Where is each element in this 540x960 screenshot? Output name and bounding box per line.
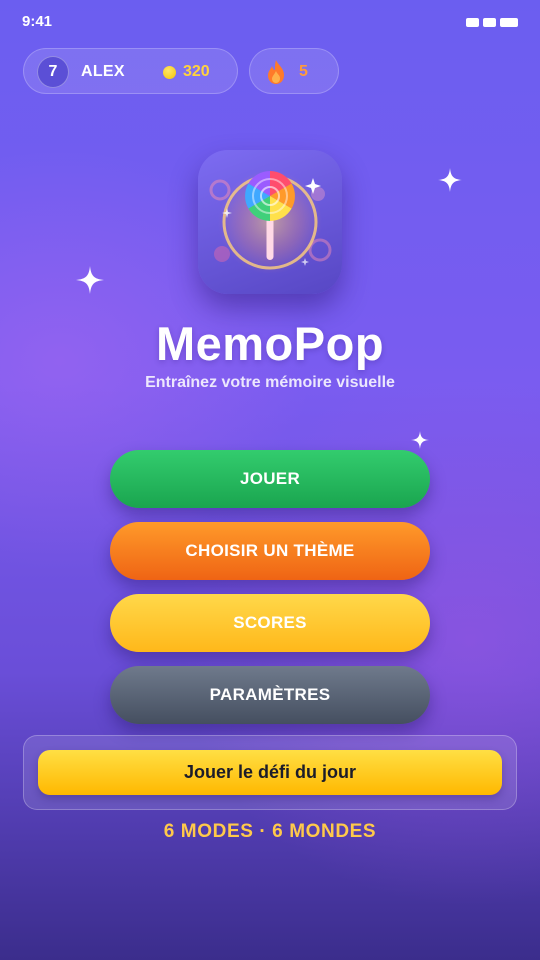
streak-count: 5 bbox=[299, 63, 308, 80]
signal-icon bbox=[466, 18, 479, 27]
coin-count: 320 bbox=[183, 63, 210, 80]
play-button[interactable]: JOUER bbox=[110, 450, 430, 508]
coin-icon bbox=[163, 66, 176, 79]
app-subtitle: Entraînez votre mémoire visuelle bbox=[145, 374, 395, 391]
sparkle-icon bbox=[76, 266, 104, 294]
battery-icon bbox=[500, 18, 518, 27]
username: ALEX bbox=[81, 63, 125, 80]
lollipop-icon bbox=[209, 170, 332, 274]
flame-icon bbox=[268, 60, 284, 84]
app-logo bbox=[198, 150, 342, 294]
status-bar: 9:41 bbox=[0, 0, 540, 44]
status-icons bbox=[466, 18, 518, 27]
level-badge: 7 bbox=[37, 56, 69, 88]
settings-button[interactable]: PARAMÈTRES bbox=[110, 666, 430, 724]
streak-pill[interactable]: 5 bbox=[249, 48, 339, 94]
profile-pill[interactable]: 7 ALEX 320 bbox=[23, 48, 238, 94]
modes-summary: 6 MODES · 6 MONDES bbox=[163, 821, 377, 842]
daily-challenge-panel: Jouer le défi du jour bbox=[23, 735, 517, 810]
sparkle-icon bbox=[411, 431, 429, 449]
wifi-icon bbox=[483, 18, 496, 27]
status-time: 9:41 bbox=[22, 13, 53, 30]
scores-button[interactable]: SCORES bbox=[110, 594, 430, 652]
app-title: MemoPop bbox=[155, 317, 385, 370]
choose-theme-button[interactable]: CHOISIR UN THÈME bbox=[110, 522, 430, 580]
sparkle-icon bbox=[438, 168, 462, 192]
daily-challenge-button[interactable]: Jouer le défi du jour bbox=[38, 750, 502, 795]
